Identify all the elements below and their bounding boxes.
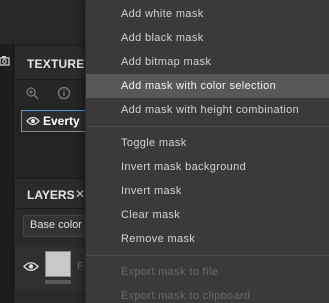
layers-title: LAYERS bbox=[27, 188, 75, 202]
layer-thumbnail bbox=[45, 251, 71, 277]
left-toolbar-strip bbox=[0, 44, 14, 303]
menu-item-add-mask-height-combination[interactable]: Add mask with height combination bbox=[86, 98, 329, 122]
menu-separator bbox=[86, 126, 329, 127]
layer-name: F bbox=[77, 261, 84, 272]
menu-item-add-mask-color-selection[interactable]: Add mask with color selection bbox=[86, 74, 329, 98]
menu-item-clear-mask[interactable]: Clear mask bbox=[86, 203, 329, 227]
channel-dropdown-value: Base color bbox=[30, 219, 82, 231]
info-icon[interactable] bbox=[57, 86, 71, 100]
menu-item-add-white-mask[interactable]: Add white mask bbox=[86, 2, 329, 26]
eye-icon[interactable] bbox=[26, 115, 40, 127]
tool-icon[interactable] bbox=[25, 86, 39, 100]
texture-set-toolbar bbox=[15, 80, 85, 106]
channel-dropdown[interactable]: Base color bbox=[23, 215, 85, 237]
layer-thumbnail-bar bbox=[45, 280, 71, 284]
menu-item-export-mask-to-clipboard: Export mask to clipboard bbox=[121, 290, 251, 302]
layer-row[interactable]: F bbox=[15, 247, 85, 291]
menu-item-remove-mask[interactable]: Remove mask bbox=[86, 227, 329, 251]
menu-separator bbox=[86, 255, 329, 256]
close-icon[interactable]: ✕ bbox=[75, 187, 85, 201]
menu-item-invert-mask-background[interactable]: Invert mask background bbox=[86, 155, 329, 179]
layers-panel-header: LAYERS ✕ bbox=[15, 179, 85, 209]
menu-item-add-black-mask[interactable]: Add black mask bbox=[86, 26, 329, 50]
menu-item-add-bitmap-mask[interactable]: Add bitmap mask bbox=[86, 50, 329, 74]
menu-item-export-mask-to-file: Export mask to file bbox=[121, 266, 219, 278]
layers-panel: LAYERS ✕ Base color F bbox=[15, 178, 85, 303]
eye-icon[interactable] bbox=[23, 260, 39, 273]
texture-set-item[interactable]: Everty bbox=[21, 110, 85, 132]
texture-set-item-label: Everty bbox=[43, 114, 80, 128]
mask-context-menu: Add white mask Add black mask Add bitmap… bbox=[85, 0, 329, 303]
menu-item-toggle-mask[interactable]: Toggle mask bbox=[86, 131, 329, 155]
app-window: TEXTURE S Everty LAYERS ✕ Base color F A… bbox=[0, 0, 329, 303]
texture-set-panel-header: TEXTURE S bbox=[15, 47, 96, 80]
menu-item-invert-mask[interactable]: Invert mask bbox=[86, 179, 329, 203]
camera-icon[interactable] bbox=[0, 55, 10, 67]
